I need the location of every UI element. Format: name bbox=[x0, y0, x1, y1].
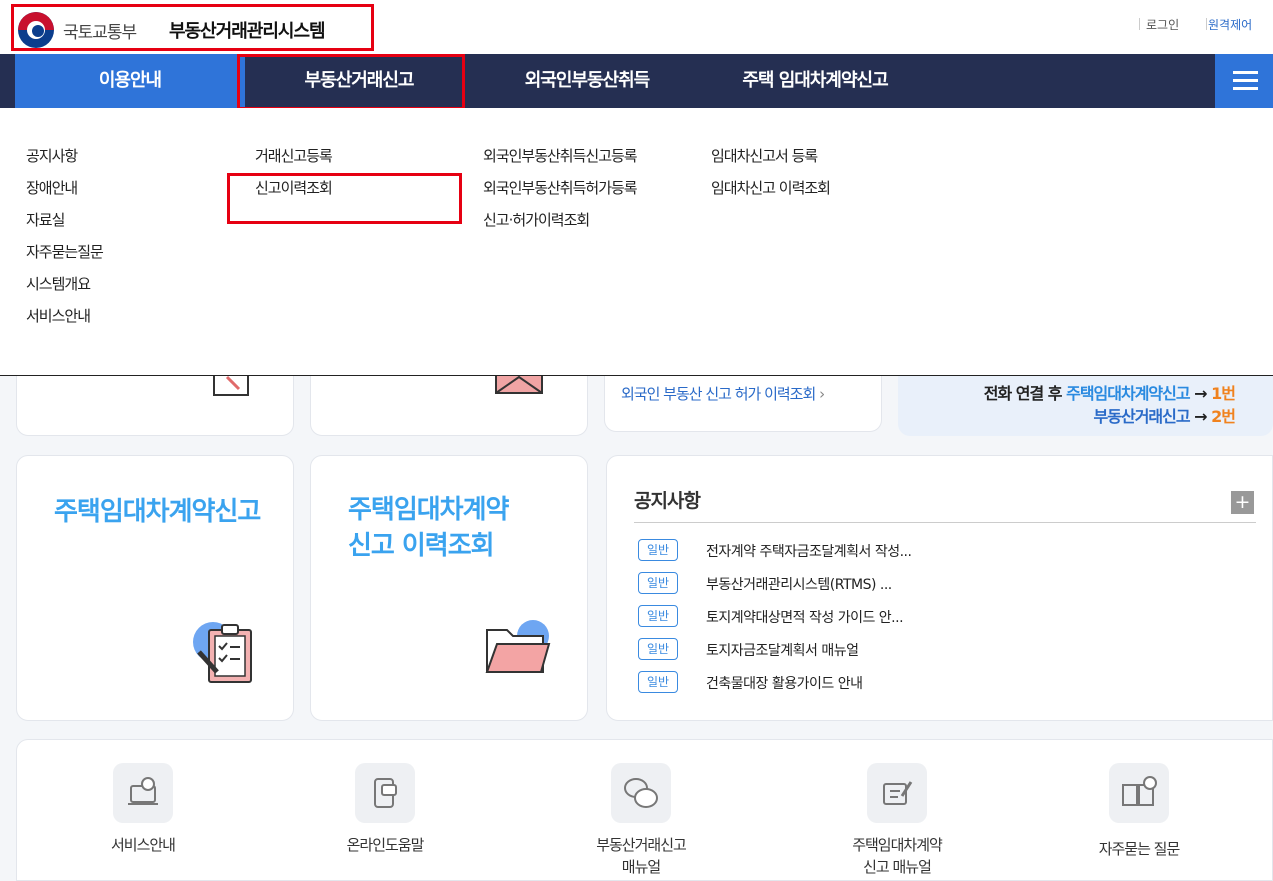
notice-item-title: 부동산거래관리시스템(RTMS) ... bbox=[706, 577, 892, 593]
quick-lease-manual-label[interactable]: 주택임대차계약 신고 매뉴얼 bbox=[817, 834, 977, 878]
notice-item-title: 건축물대장 활용가이드 안내 bbox=[706, 676, 863, 692]
menu-button[interactable] bbox=[1215, 54, 1273, 108]
submenu-foreign-permit[interactable]: 외국인부동산취득허가등록 bbox=[483, 177, 638, 209]
page: 국토교통부 부동산거래관리시스템 로그인 원격제어 이용안내 부동산거래신고 외… bbox=[0, 0, 1273, 881]
submenu-lease-register[interactable]: 임대차신고서 등록 bbox=[711, 145, 830, 177]
call-2-number: 2번 bbox=[1211, 407, 1236, 426]
phone-guide-line-2: 부동산거래신고 → 2번 bbox=[1093, 403, 1236, 427]
submenu-faq[interactable]: 자주묻는질문 bbox=[26, 241, 104, 273]
quick-online-help-button[interactable] bbox=[355, 763, 415, 823]
main-nav: 이용안내 부동산거래신고 외국인부동산취득 주택 임대차계약신고 bbox=[0, 54, 1273, 108]
clipboard-icon bbox=[193, 622, 252, 683]
nav-housing-lease-report[interactable]: 주택 임대차계약신고 bbox=[701, 54, 929, 108]
chat-bubbles-icon bbox=[624, 778, 658, 808]
foreign-history-link-text: 외국인 부동산 신고 허가 이력조회 bbox=[621, 385, 816, 403]
submenu-overview[interactable]: 시스템개요 bbox=[26, 273, 103, 305]
quick-lease-manual-button[interactable] bbox=[867, 763, 927, 823]
divider bbox=[1206, 18, 1207, 30]
nav-guide[interactable]: 이용안내 bbox=[15, 54, 245, 108]
divider bbox=[1139, 18, 1140, 30]
submenu-lease: 임대차신고서 등록 임대차신고 이력조회 bbox=[711, 145, 831, 209]
phone-guide: 전화 연결 후 주택임대차계약신고 → 1번 부동산거래신고 → 2번 bbox=[898, 376, 1273, 436]
card-lease-history-title-line-1: 주택임대차계약 bbox=[348, 495, 509, 525]
arrow-icon: → bbox=[1194, 407, 1207, 426]
chevron-right-icon: › bbox=[819, 385, 825, 403]
call-1-number: 1번 bbox=[1211, 384, 1236, 403]
quick-online-help-label[interactable]: 온라인도움말 bbox=[305, 834, 465, 856]
submenu-guide: 공지사항 장애안내 자료실 자주묻는질문 시스템개요 서비스안내 bbox=[26, 145, 104, 337]
top-header: 국토교통부 부동산거래관리시스템 로그인 원격제어 bbox=[0, 0, 1273, 54]
category-badge: 일반 bbox=[638, 638, 678, 660]
quick-label-line-1: 주택임대차계약 bbox=[852, 836, 943, 854]
hamburger-icon bbox=[1233, 79, 1258, 82]
arrow-icon: → bbox=[1194, 384, 1207, 403]
notice-more-button[interactable]: + bbox=[1231, 491, 1254, 514]
quick-label-line-2: 매뉴얼 bbox=[621, 858, 661, 876]
hamburger-icon bbox=[1233, 71, 1258, 74]
mega-menu: 공지사항 장애안내 자료실 자주묻는질문 시스템개요 서비스안내 거래신고등록 … bbox=[0, 108, 1273, 376]
call-1-label: 주택임대차계약신고 bbox=[1066, 384, 1190, 403]
submenu-foreign-history[interactable]: 신고·허가이력조회 bbox=[483, 209, 637, 241]
submenu-notice[interactable]: 공지사항 bbox=[26, 145, 103, 177]
note-pen-icon bbox=[883, 781, 913, 805]
submenu-foreign-report[interactable]: 외국인부동산취득신고등록 bbox=[483, 145, 638, 177]
card-lease-report-title: 주택임대차계약신고 bbox=[54, 497, 261, 527]
quick-service-guide-button[interactable] bbox=[113, 763, 173, 823]
login-link[interactable]: 로그인 bbox=[1146, 16, 1179, 33]
card-lease-history-title-line-2: 신고 이력조회 bbox=[348, 531, 495, 561]
quick-trade-manual-button[interactable] bbox=[611, 763, 671, 823]
call-2-label: 부동산거래신고 bbox=[1093, 407, 1191, 426]
book-info-icon bbox=[1122, 776, 1157, 806]
laptop-chat-icon bbox=[128, 777, 158, 805]
quick-label-line-2: 신고 매뉴얼 bbox=[863, 858, 932, 876]
remote-control-link[interactable]: 원격제어 bbox=[1208, 16, 1252, 33]
system-name: 부동산거래관리시스템 bbox=[169, 21, 326, 42]
submenu-library[interactable]: 자료실 bbox=[26, 209, 103, 241]
highlight-box bbox=[237, 54, 465, 110]
quick-label-line-1: 온라인도움말 bbox=[346, 836, 425, 854]
card-lease-report[interactable]: 주택임대차계약신고 bbox=[16, 455, 294, 721]
quick-faq-button[interactable] bbox=[1109, 763, 1169, 823]
category-badge: 일반 bbox=[638, 572, 678, 594]
hamburger-icon bbox=[1233, 87, 1258, 90]
notice-item-title: 전자계약 주택자금조달계획서 작성... bbox=[706, 544, 912, 560]
quick-label-line-1: 서비스안내 bbox=[110, 836, 176, 854]
category-badge: 일반 bbox=[638, 539, 678, 561]
quick-faq-label[interactable]: 자주묻는 질문 bbox=[1059, 838, 1219, 860]
submenu-service[interactable]: 서비스안내 bbox=[26, 305, 103, 337]
quick-label-line-1: 부동산거래신고 bbox=[596, 836, 687, 854]
ministry-name: 국토교통부 bbox=[63, 23, 137, 43]
nav-foreigner-acquisition[interactable]: 외국인부동산취득 bbox=[473, 54, 701, 108]
notice-item-title: 토지자금조달계획서 매뉴얼 bbox=[706, 643, 859, 659]
government-emblem-icon bbox=[18, 12, 54, 48]
logo-link[interactable]: 국토교통부 부동산거래관리시스템 bbox=[11, 4, 374, 51]
phone-guide-line-1: 전화 연결 후 주택임대차계약신고 → 1번 bbox=[983, 380, 1236, 404]
highlight-box bbox=[227, 173, 462, 224]
mobile-help-icon bbox=[374, 778, 397, 808]
category-badge: 일반 bbox=[638, 671, 678, 693]
submenu-lease-history[interactable]: 임대차신고 이력조회 bbox=[711, 177, 831, 209]
card-lease-history-title: 주택임대차계약 신고 이력조회 bbox=[348, 492, 509, 564]
quick-service-guide-label[interactable]: 서비스안내 bbox=[63, 834, 223, 856]
submenu-foreign: 외국인부동산취득신고등록 외국인부동산취득허가등록 신고·허가이력조회 bbox=[483, 145, 638, 241]
foreign-history-link[interactable]: 외국인 부동산 신고 허가 이력조회 › bbox=[621, 383, 825, 404]
card-lease-history[interactable]: 주택임대차계약 신고 이력조회 bbox=[310, 455, 588, 721]
divider bbox=[634, 522, 1256, 523]
call-prefix: 전화 연결 후 bbox=[983, 384, 1063, 403]
quick-trade-manual-label[interactable]: 부동산거래신고 매뉴얼 bbox=[561, 834, 721, 878]
folder-icon bbox=[485, 620, 551, 673]
quick-label-line-1: 자주묻는 질문 bbox=[1098, 840, 1181, 858]
category-badge: 일반 bbox=[638, 605, 678, 627]
submenu-outage[interactable]: 장애안내 bbox=[26, 177, 103, 209]
notice-item-title: 토지계약대상면적 작성 가이드 안... bbox=[706, 610, 904, 626]
notice-title: 공지사항 bbox=[634, 490, 701, 512]
